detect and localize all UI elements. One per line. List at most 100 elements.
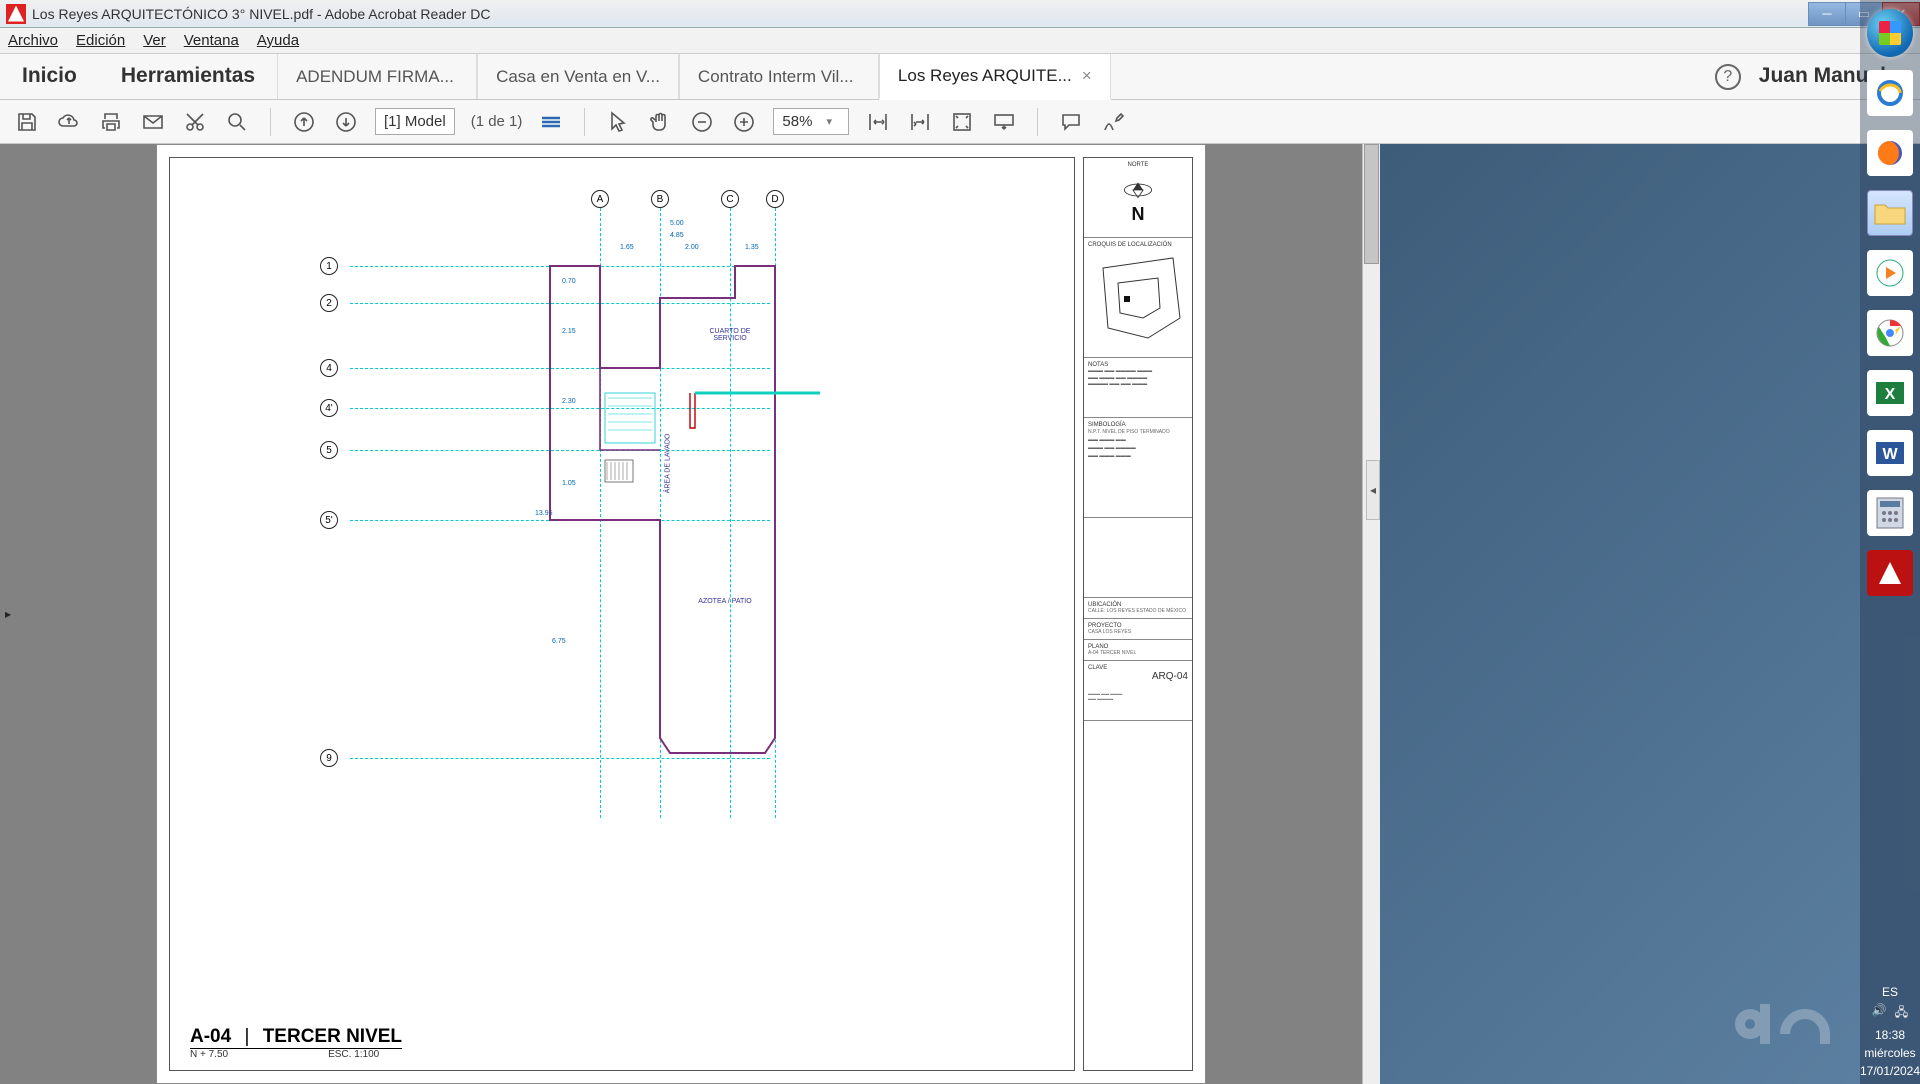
tray-lang[interactable]: ES [1882, 985, 1898, 999]
tab-contrato[interactable]: Contrato Interm Vil... [679, 54, 879, 99]
sign-icon[interactable] [1100, 109, 1126, 135]
toolbar: [1] Model (1 de 1) 58%▾ [0, 100, 1920, 144]
drawing-info-panel: NORTE N CROQUIS DE LOCALIZACIÓN NOTA [1083, 157, 1193, 1071]
north-arrow-icon [1121, 176, 1155, 204]
fit-page-icon[interactable] [949, 109, 975, 135]
hand-tool-icon[interactable] [647, 109, 673, 135]
svg-text:X: X [1885, 386, 1896, 403]
taskbar-firefox-icon[interactable] [1867, 130, 1913, 176]
right-panel-toggle[interactable]: ◂ [1366, 460, 1380, 520]
taskbar-calculator-icon[interactable] [1867, 490, 1913, 536]
zoom-out-icon[interactable] [689, 109, 715, 135]
drawing-area: A B C D 1 2 4 4' 5 [169, 157, 1075, 1071]
fit-height-icon[interactable] [907, 109, 933, 135]
grid-bubble-9: 9 [320, 749, 338, 767]
start-button[interactable] [1867, 10, 1913, 56]
desktop-background [1380, 144, 1860, 1084]
ubicacion-block: UBICACIÓN CALLE: LOS REYES ESTADO DE MÉX… [1084, 598, 1192, 619]
sheet-title: TERCER NIVEL [263, 1026, 402, 1047]
scrollbar-thumb[interactable] [1364, 144, 1379, 264]
grid-bubble-5: 5 [320, 441, 338, 459]
menu-archivo[interactable]: Archivo [8, 32, 58, 49]
left-panel-toggle[interactable]: ▸ [0, 144, 16, 1084]
pdf-page: NORTE N CROQUIS DE LOCALIZACIÓN NOTA [156, 144, 1206, 1084]
save-icon[interactable] [14, 109, 40, 135]
home-link[interactable]: Inicio [0, 54, 99, 99]
vertical-scrollbar[interactable] [1362, 144, 1380, 1084]
selection-tool-icon[interactable] [605, 109, 631, 135]
tab-adendum[interactable]: ADENDUM FIRMA... [277, 54, 477, 99]
north-block: NORTE N [1084, 158, 1192, 238]
tray-date: 17/01/2024 [1860, 1064, 1920, 1078]
menu-ver[interactable]: Ver [143, 32, 166, 49]
tab-los-reyes[interactable]: Los Reyes ARQUITE... × [879, 54, 1111, 100]
search-icon[interactable] [224, 109, 250, 135]
tray-day: miércoles [1864, 1046, 1915, 1060]
grid-bubble-4: 4 [320, 359, 338, 377]
tab-casa-venta[interactable]: Casa en Venta en V... [477, 54, 679, 99]
zoom-in-icon[interactable] [731, 109, 757, 135]
tray-time[interactable]: 18:38 [1875, 1028, 1905, 1042]
page-number-input[interactable]: [1] Model [375, 108, 455, 135]
menu-bar: Archivo Edición Ver Ventana Ayuda [0, 28, 1920, 54]
grid-bubble-2: 2 [320, 294, 338, 312]
windows-taskbar: X W [1860, 0, 1920, 1084]
menu-edicion[interactable]: Edición [76, 32, 125, 49]
help-icon[interactable]: ? [1715, 64, 1741, 90]
sheet-code: A-04 [190, 1026, 231, 1047]
notes-block: NOTAS ▬▬▬ ▬▬ ▬▬▬▬ ▬▬▬▬▬ ▬▬▬ ▬▬ ▬▬▬▬▬▬▬▬ … [1084, 358, 1192, 418]
label-azotea: AZOTEA / PATIO [690, 598, 760, 605]
share-cloud-icon[interactable] [56, 109, 82, 135]
comment-icon[interactable] [1058, 109, 1084, 135]
taskbar-explorer-icon[interactable] [1867, 190, 1913, 236]
cut-icon[interactable] [182, 109, 208, 135]
fit-width-icon[interactable] [865, 109, 891, 135]
taskbar-acrobat-icon[interactable] [1867, 550, 1913, 596]
menu-ventana[interactable]: Ventana [184, 32, 239, 49]
watermark-logo [1730, 974, 1850, 1054]
label-cuarto-servicio: CUARTO DE SERVICIO [700, 328, 760, 342]
document-tabs-bar: Inicio Herramientas ADENDUM FIRMA... Cas… [0, 54, 1920, 100]
zoom-level-select[interactable]: 58%▾ [773, 108, 849, 135]
page-surface[interactable]: NORTE N CROQUIS DE LOCALIZACIÓN NOTA [16, 144, 1380, 1084]
read-mode-icon[interactable] [991, 109, 1017, 135]
plano-block: PLANO A-04 TERCER NIVEL [1084, 640, 1192, 661]
north-label: N [1132, 204, 1145, 225]
drawing-title-block: A-04 | TERCER NIVEL N + 7.50 ESC. 1:100 [190, 1026, 402, 1060]
clave-block: CLAVE ARQ-04 ▬▬▬ ▬▬ ▬▬▬▬▬ ▬▬▬▬ [1084, 661, 1192, 721]
next-page-icon[interactable] [333, 109, 359, 135]
taskbar-ie-icon[interactable] [1867, 70, 1913, 116]
tray-volume-icon[interactable]: 🔊 [1872, 1003, 1887, 1024]
window-title: Los Reyes ARQUITECTÓNICO 3° NIVEL.pdf - … [32, 6, 1809, 22]
taskbar-word-icon[interactable]: W [1867, 430, 1913, 476]
minimize-button[interactable]: ─ [1808, 2, 1846, 26]
taskbar-chrome-icon[interactable] [1867, 310, 1913, 356]
scale-note: ESC. 1:100 [328, 1049, 379, 1060]
acrobat-icon [6, 4, 26, 24]
print-icon[interactable] [98, 109, 124, 135]
taskbar-media-player-icon[interactable] [1867, 250, 1913, 296]
blank-block [1084, 518, 1192, 598]
level-note: N + 7.50 [190, 1049, 228, 1060]
svg-text:W: W [1882, 446, 1898, 463]
close-tab-icon[interactable]: × [1082, 66, 1092, 86]
menu-ayuda[interactable]: Ayuda [257, 32, 299, 49]
label-area-lavado: ÁREA DE LAVADO [665, 434, 672, 494]
grid-bubble-1: 1 [320, 257, 338, 275]
layers-icon[interactable] [538, 109, 564, 135]
system-tray: ES 🔊 🖧 18:38 miércoles 17/01/2024 [1860, 924, 1920, 1084]
email-icon[interactable] [140, 109, 166, 135]
window-title-bar: Los Reyes ARQUITECTÓNICO 3° NIVEL.pdf - … [0, 0, 1920, 28]
prev-page-icon[interactable] [291, 109, 317, 135]
tools-link[interactable]: Herramientas [99, 54, 277, 99]
location-sketch-icon [1088, 248, 1188, 348]
page-count-label: (1 de 1) [471, 113, 523, 130]
taskbar-excel-icon[interactable]: X [1867, 370, 1913, 416]
tray-network-icon[interactable]: 🖧 [1895, 1003, 1908, 1024]
symbology-block: SIMBOLOGÍA N.P.T. NIVEL DE PISO TERMINAD… [1084, 418, 1192, 518]
proyecto-block: PROYECTO CASA LOS REYES [1084, 619, 1192, 640]
floor-plan: A B C D 1 2 4 4' 5 [490, 198, 930, 838]
document-viewport: ▸ NORTE N CROQUIS DE LOCALIZACIÓN [0, 144, 1380, 1084]
plan-outline [490, 198, 930, 838]
grid-bubble-4p: 4' [320, 399, 338, 417]
